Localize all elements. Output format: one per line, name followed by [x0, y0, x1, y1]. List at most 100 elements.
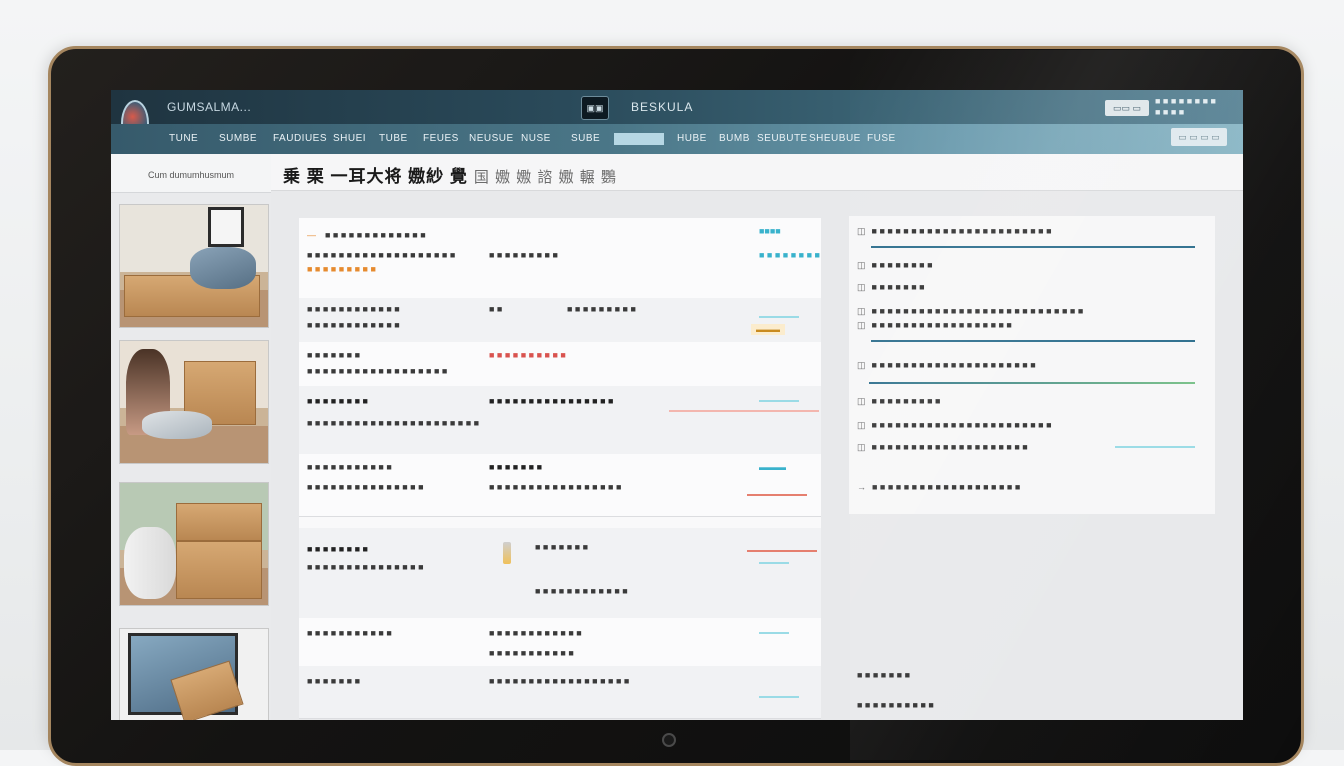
table-row[interactable]: — ■ ■ ■ ■ ■ ■ ■ ■ ■ ■ ■ ■ ■ ■■■■ ■ ■ ■ ■…	[299, 218, 821, 299]
progress-bar	[747, 494, 807, 496]
table-cell: ■ ■ ■ ■ ■ ■ ■ ■ ■ ■ ■ ■ ■ ■ ■ ■ ■	[489, 482, 622, 492]
progress-bar	[669, 410, 819, 412]
app-title: GUMSALMA...	[167, 100, 252, 114]
info-icon: ◫	[857, 306, 866, 316]
info-icon: ◫	[857, 360, 866, 370]
detail-text: ■ ■ ■ ■ ■ ■ ■ ■ ■ ■ ■ ■ ■ ■ ■ ■ ■ ■ ■ ■ …	[871, 360, 1036, 370]
roll-shape	[124, 527, 176, 599]
table-row[interactable]: ■ ■ ■ ■ ■ ■ ■ ■ ■ ■ ■ ■ ■ ■ ■ ■ ■ ■ ■ ■ …	[299, 528, 821, 619]
table-cell: ■ ■ ■ ■ ■ ■ ■	[489, 462, 543, 472]
nav-item[interactable]: SHUEI	[333, 133, 366, 144]
detail-text: ■ ■ ■ ■ ■ ■ ■ ■ ■ ■ ■ ■ ■ ■ ■ ■ ■ ■ ■ ■ …	[871, 420, 1052, 430]
table-cell: ■ ■ ■ ■ ■ ■ ■ ■ ■ ■ ■	[489, 648, 574, 658]
warning-badge: ▬▬▬	[751, 324, 785, 335]
table-cell: ■ ■ ■ ■ ■ ■ ■ ■ ■ ■ ■ ■ ■	[325, 230, 426, 240]
nav-item[interactable]: SHEUBUE	[809, 133, 861, 144]
nav-item[interactable]: FEUES	[423, 133, 459, 144]
nav-item[interactable]: TUNE	[169, 133, 198, 144]
wrap-shape	[142, 411, 212, 439]
divider	[1115, 446, 1195, 448]
info-icon: ◫	[857, 320, 866, 330]
table-cell: ■ ■ ■ ■ ■ ■ ■ ■ ■ ■ ■ ■ ■ ■ ■ ■ ■ ■ ■	[307, 250, 456, 260]
product-icon	[503, 542, 511, 564]
table-row[interactable]: ■ ■ ■ ■ ■ ■ ■ ■ ■ ■ ■ ■ ■ ■ ■ ■ ■ ■ ▬▬▬ …	[299, 454, 821, 517]
info-icon: ◫	[857, 442, 866, 452]
nav-item[interactable]: SUMBE	[219, 133, 257, 144]
window-title: BESKULA	[631, 100, 694, 114]
table-cell: ■ ■ ■ ■ ■ ■ ■	[307, 350, 361, 360]
sidebar: Cum dumumhusmum	[111, 154, 271, 720]
table-cell: ■ ■ ■ ■ ■ ■ ■ ■ ■ ■ ■	[307, 628, 392, 638]
detail-line: ◫ ■ ■ ■ ■ ■ ■ ■ ■ ■ ■ ■ ■ ■ ■ ■ ■ ■ ■ ■ ■	[857, 442, 1028, 453]
nav-item[interactable]: SEUBUTE	[757, 133, 808, 144]
nav-item[interactable]: NEUSUE	[469, 133, 514, 144]
page-title: 乗 栗 一耳大将 嫐紗 覺国 嫐 嫐 諮 嫐 輾 鸚	[283, 162, 617, 187]
product-thumbnail[interactable]	[119, 340, 269, 464]
progress-bar	[759, 696, 799, 698]
progress-bar	[759, 632, 789, 634]
info-icon: ◫	[857, 420, 866, 430]
nav-item[interactable]: TUBE	[379, 133, 408, 144]
picture-frame	[208, 207, 244, 247]
table-cell: ■ ■ ■ ■ ■ ■ ■ ■ ■ ■ ■ ■	[307, 304, 400, 314]
product-thumbnail[interactable]	[119, 204, 269, 328]
home-button[interactable]	[662, 733, 676, 747]
progress-bar	[747, 550, 817, 552]
table-cell: —	[307, 230, 316, 240]
table-cell: ■ ■ ■ ■ ■ ■ ■ ■ ■ ■	[489, 350, 566, 360]
table-cell: ■ ■ ■ ■ ■ ■ ■ ■ ■	[489, 250, 558, 260]
page-title-text: 乗 栗 一耳大将 嫐紗 覺	[283, 167, 468, 186]
table-cell: ■ ■ ■ ■ ■ ■ ■ ■ ■ ■ ■ ■ ■ ■ ■	[307, 562, 424, 572]
nav-item[interactable]: HUBE	[677, 133, 707, 144]
table-cell: ■ ■ ■ ■ ■ ■ ■ ■	[759, 250, 820, 260]
account-button[interactable]: ▭▭ ▭	[1105, 100, 1149, 116]
product-thumbnail[interactable]	[119, 628, 269, 720]
table-row[interactable]: ■ ■ ■ ■ ■ ■ ■ ■ ■ ■ ■ ■ ■ ■ ■ ■ ■ ■ ■ ■ …	[299, 618, 821, 667]
nav-item[interactable]: FUSE	[867, 133, 896, 144]
app-badge-icon: ▣▣	[581, 96, 609, 120]
progress-bar	[759, 316, 799, 318]
nav-item[interactable]: SUBE	[571, 133, 600, 144]
product-thumbnail[interactable]	[119, 482, 269, 606]
detail-text: ■ ■ ■ ■ ■ ■ ■ ■ ■ ■ ■ ■ ■ ■ ■ ■ ■ ■	[871, 320, 1012, 330]
detail-text: ■ ■ ■ ■ ■ ■ ■	[871, 282, 925, 292]
nav-item[interactable]: BUMB	[719, 133, 750, 144]
table-cell: ■ ■ ■ ■ ■ ■ ■ ■	[307, 544, 368, 554]
info-icon: ◫	[857, 260, 866, 270]
detail-text: ■ ■ ■ ■ ■ ■ ■ ■ ■ ■ ■ ■ ■ ■ ■ ■ ■ ■ ■ ■	[871, 442, 1028, 452]
table-cell: ■ ■ ■ ■ ■ ■ ■ ■ ■ ■ ■ ■ ■ ■ ■ ■ ■ ■	[489, 676, 630, 686]
progress-bar	[759, 562, 789, 564]
table-cell: ■ ■ ■ ■ ■ ■ ■ ■	[307, 396, 368, 406]
detail-line: ◫ ■ ■ ■ ■ ■ ■ ■ ■ ■ ■ ■ ■ ■ ■ ■ ■ ■ ■ ■ ■…	[857, 360, 1036, 371]
table-cell: ■ ■ ■ ■ ■ ■ ■ ■ ■ ■ ■ ■ ■ ■ ■ ■ ■ ■ ■ ■ …	[307, 418, 480, 428]
table-row[interactable]: ■ ■ ■ ■ ■ ■ ■ ■ ■ ■ ■ ■ ■ ■ ■ ■ ■ ■ ■ ■ …	[299, 342, 821, 387]
detail-text: ■ ■ ■ ■ ■ ■ ■ ■ ■ ■ ■ ■ ■ ■ ■ ■ ■ ■ ■ ■ …	[871, 306, 1084, 316]
table-row[interactable]: ■ ■ ■ ■ ■ ■ ■ ■ ■ ■ ■ ■ ■ ■ ■ ■ ■ ■ ■ ■ …	[299, 298, 821, 343]
main-nav: TUNE SUMBE FAUDIUES SHUEI TUBE FEUES NEU…	[111, 124, 1243, 154]
info-icon: ◫	[857, 282, 866, 292]
divider	[871, 340, 1195, 342]
nav-item[interactable]: FAUDIUES	[273, 133, 327, 144]
box-shape	[176, 503, 262, 541]
table-cell: ■ ■ ■ ■ ■ ■ ■	[307, 676, 361, 686]
status-line: ■ ■ ■ ■	[1155, 107, 1185, 117]
table-cell: ■ ■ ■ ■ ■ ■ ■ ■ ■	[307, 264, 376, 274]
detail-text: ■ ■ ■ ■ ■ ■ ■ ■ ■ ■ ■ ■ ■ ■ ■ ■ ■ ■ ■	[872, 482, 1021, 492]
table-cell: ■ ■ ■ ■ ■ ■ ■	[535, 542, 589, 552]
detail-line: ◫ ■ ■ ■ ■ ■ ■ ■ ■ ■ ■ ■ ■ ■ ■ ■ ■ ■ ■	[857, 320, 1012, 331]
nav-item[interactable]: NUSE	[521, 133, 551, 144]
table-cell: ■ ■	[489, 304, 503, 314]
table-row[interactable]: ■ ■ ■ ■ ■ ■ ■ ■ ■ ■ ■ ■ ■ ■ ■ ■ ■ ■ ■ ■ …	[299, 666, 821, 719]
detail-line: ◫ ■ ■ ■ ■ ■ ■ ■ ■ ■ ■ ■ ■ ■ ■ ■ ■ ■ ■ ■ ■…	[857, 420, 1052, 431]
nav-item-active[interactable]	[614, 133, 664, 145]
title-bar: GUMSALMA... ▣▣ BESKULA ▭▭ ▭ ■ ■ ■ ■ ■ ■ …	[111, 90, 1243, 124]
status-badge: ▬▬▬	[759, 462, 786, 472]
info-icon: ◫	[857, 226, 866, 236]
search-input[interactable]: ▭ ▭ ▭ ▭	[1171, 128, 1227, 146]
footer-text: ■ ■ ■ ■ ■ ■ ■ ■ ■ ■	[857, 700, 934, 710]
table-cell: ■ ■ ■ ■ ■ ■ ■ ■ ■	[567, 304, 636, 314]
table-row[interactable]: ■ ■ ■ ■ ■ ■ ■ ■ ■ ■ ■ ■ ■ ■ ■ ■ ■ ■ ■ ■ …	[299, 386, 821, 455]
detail-line: ◫ ■ ■ ■ ■ ■ ■ ■ ■ ■ ■ ■ ■ ■ ■ ■ ■ ■ ■ ■ ■…	[857, 226, 1052, 237]
table-cell: ■ ■ ■ ■ ■ ■ ■ ■ ■ ■ ■ ■	[489, 628, 582, 638]
fabric-shape	[190, 247, 256, 289]
